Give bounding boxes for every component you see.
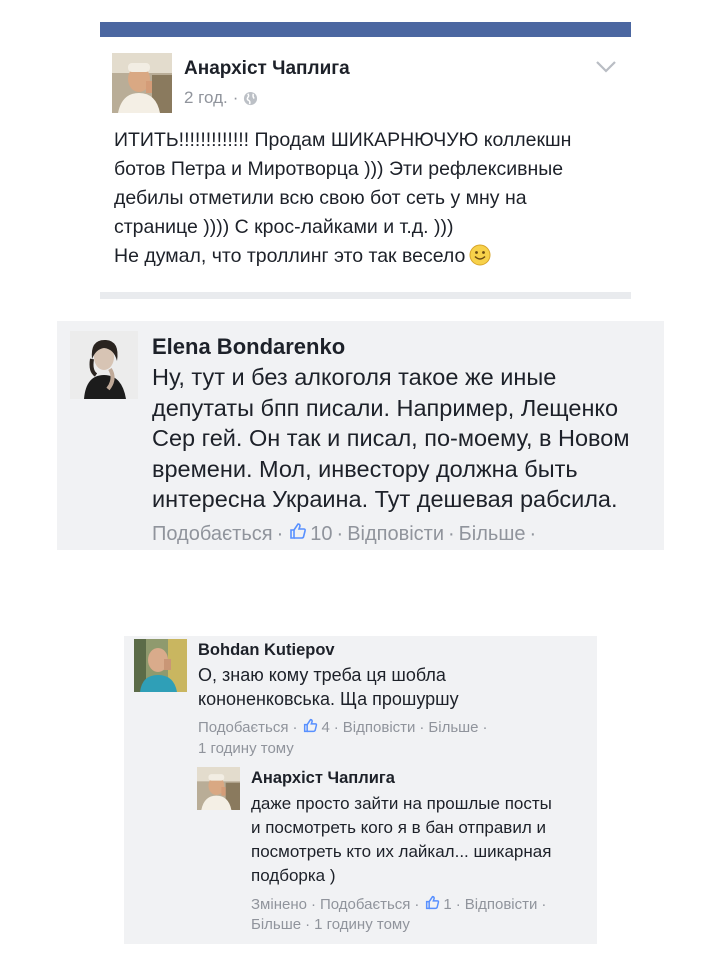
more-button[interactable]: Більше [251, 916, 301, 933]
post-card: Анархіст Чаплига 2 год. · ИТИТЬ!!!!!!!!!… [100, 22, 631, 299]
like-button[interactable]: Подобається [152, 523, 273, 546]
edited-label[interactable]: Змінено [251, 896, 307, 913]
reply-text: даже просто зайти на прошлые посты и пос… [251, 792, 591, 888]
post-line: дебилы отметили всю свою бот сеть у мну … [114, 187, 527, 209]
comment-line: Сер гей. Он так и писал, по-моему, в Нов… [152, 425, 630, 451]
separator: · [414, 896, 420, 913]
like-count[interactable]: 10 [310, 523, 332, 546]
comment-actions: Подобається · 4 · Відповісти · Більше · [198, 718, 492, 737]
post-line: ИТИТЬ!!!!!!!!!!!!! Продам ШИКАРНЮЧУЮ кол… [114, 129, 572, 151]
reply-button[interactable]: Відповісти [347, 523, 444, 546]
reply-actions: Змінено · Подобається · 1 · Відповісти · [251, 895, 550, 914]
separator: · [333, 719, 339, 736]
reply-line: подборка ) [251, 866, 336, 885]
reply-author-name[interactable]: Анархіст Чаплига [251, 769, 395, 788]
thumbs-up-icon [289, 522, 307, 546]
like-button[interactable]: Подобається [198, 719, 288, 736]
separator: · [310, 896, 316, 913]
more-button[interactable]: Більше [428, 719, 478, 736]
separator: · [336, 522, 344, 545]
separator: · [292, 719, 298, 736]
comment-line: Ну, тут и без алкоголя такое же иные [152, 364, 557, 390]
comment-line: интересна Украина. Тут дешевая рабсила. [152, 486, 618, 512]
meta-separator: · [232, 88, 239, 107]
comment-text: Ну, тут и без алкоголя такое же иные деп… [152, 362, 652, 515]
reply-button[interactable]: Відповісти [343, 719, 416, 736]
like-count[interactable]: 4 [321, 719, 329, 736]
like-button[interactable]: Подобається [320, 896, 410, 913]
comment-timestamp[interactable]: 1 годину тому [198, 740, 294, 757]
post-body: ИТИТЬ!!!!!!!!!!!!! Продам ШИКАРНЮЧУЮ кол… [114, 126, 624, 275]
comment-line: времени. Мол, инвестору должна быть [152, 455, 578, 482]
comment-text: О, знаю кому треба ця шобла кононенковсь… [198, 663, 518, 711]
comment-thread: Bohdan Kutiepov О, знаю кому треба ця шо… [124, 636, 597, 944]
separator: · [529, 522, 537, 545]
comment-line: кононенковська. Ща прошуршу [198, 689, 459, 709]
post-author-name[interactable]: Анархіст Чаплига [184, 58, 350, 80]
reply-button[interactable]: Відповісти [465, 896, 538, 913]
post-line-text: Не думал, что троллинг это так весело [114, 245, 466, 267]
separator: · [482, 719, 488, 736]
smiley-icon [469, 244, 491, 275]
separator: · [455, 896, 461, 913]
post-line-last: Не думал, что троллинг это так весело [114, 242, 624, 275]
avatar[interactable] [70, 331, 138, 399]
reply-timestamp[interactable]: 1 годину тому [314, 916, 410, 933]
comment-author-name[interactable]: Bohdan Kutiepov [198, 641, 335, 660]
avatar-photo [70, 331, 138, 399]
post-line: ботов Петра и Миротворца ))) Эти рефлекс… [114, 158, 564, 180]
reply-line: даже просто зайти на прошлые посты [251, 794, 552, 813]
comment-line: депутаты бпп писали. Например, Лещенко [152, 394, 619, 421]
thumbs-up-icon [303, 718, 318, 737]
separator: · [419, 719, 425, 736]
avatar-photo [197, 767, 240, 810]
post-meta: 2 год. · [184, 88, 258, 108]
reply-line: посмотреть кто их лайкал... шикарная [251, 842, 552, 861]
thumbs-up-icon [425, 895, 440, 914]
comment-author-name[interactable]: Elena Bondarenko [152, 334, 345, 360]
comment-actions: Подобається · 10 · Відповісти · Більше · [152, 522, 540, 546]
post-header-bar [100, 22, 631, 37]
separator: · [305, 916, 311, 933]
post-line: странице )))) С крос-лайками и т.д. ))) [114, 216, 454, 238]
avatar[interactable] [197, 767, 240, 810]
reply-line: и посмотреть кого я в бан отправил и [251, 818, 546, 837]
comment: Elena Bondarenko Ну, тут и без алкоголя … [57, 321, 664, 550]
chevron-down-icon[interactable] [595, 60, 617, 74]
post-footer-divider [100, 292, 631, 299]
avatar[interactable] [134, 639, 187, 692]
more-button[interactable]: Більше [459, 523, 526, 546]
avatar[interactable] [112, 53, 172, 113]
reply-actions-second-line: Більше · 1 годину тому [251, 916, 410, 933]
like-count[interactable]: 1 [443, 896, 451, 913]
avatar-photo [112, 53, 172, 113]
globe-icon [243, 91, 258, 106]
avatar-photo [134, 639, 187, 692]
separator: · [276, 522, 284, 545]
separator: · [541, 896, 547, 913]
separator: · [448, 522, 455, 545]
post-time[interactable]: 2 год. [184, 88, 228, 108]
comment-line: О, знаю кому треба ця шобла [198, 665, 446, 685]
